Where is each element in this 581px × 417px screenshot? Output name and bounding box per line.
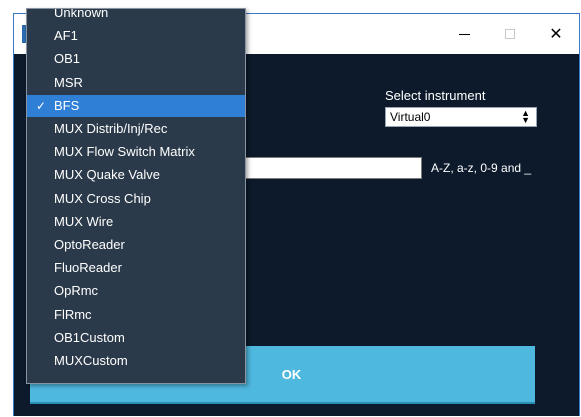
dropdown-item-label: OB1Custom <box>54 329 125 345</box>
dropdown-item-label: MUX Distrib/Inj/Rec <box>54 121 168 136</box>
dropdown-item-label: MSR <box>54 74 83 90</box>
dropdown-item-label: MUX Wire <box>54 213 114 229</box>
instrument-select-value: Virtual0 <box>390 110 431 124</box>
dropdown-item[interactable]: FluoReader <box>27 257 245 279</box>
dropdown-item[interactable]: OB1Custom <box>27 327 245 349</box>
dropdown-item[interactable]: AF1 <box>27 25 245 47</box>
dropdown-item[interactable]: Unknown <box>27 8 245 24</box>
dropdown-item-label: MUXCustom <box>54 353 128 368</box>
dropdown-item[interactable]: MUX Quake Valve <box>27 164 245 186</box>
instrument-dropdown-list[interactable]: Unknown AF1 OB1 MSR ✓ BFS MUX Distrib/Inj/Rec M… <box>26 8 246 384</box>
dropdown-item-label: OpRmc <box>54 283 99 299</box>
dropdown-item-label: BFS <box>54 97 80 113</box>
name-input[interactable] <box>230 157 422 179</box>
dropdown-item-label: FlRmc <box>54 306 92 322</box>
ok-button-label: OK <box>281 366 302 382</box>
dropdown-item-label: MUX Quake Valve <box>54 167 160 183</box>
select-instrument-label: Select instrument <box>385 88 486 103</box>
dropdown-item[interactable]: MUX Distrib/Inj/Rec <box>27 118 245 140</box>
dropdown-item-label: AF1 <box>54 28 78 44</box>
minimize-button[interactable] <box>441 14 487 54</box>
dropdown-item[interactable]: OpRmc <box>27 280 245 302</box>
dropdown-item-label: MUX Cross Chip <box>54 190 151 206</box>
dropdown-item[interactable]: OptoReader <box>27 234 245 256</box>
spin-arrows-icon: ▲ ▼ <box>521 108 530 125</box>
dropdown-item-label: OB1 <box>54 51 81 67</box>
name-hint: A-Z, a-z, 0-9 and _ <box>431 161 532 175</box>
close-button[interactable]: ✕ <box>533 14 579 54</box>
instrument-select[interactable]: Virtual0 ▲ ▼ <box>385 107 537 127</box>
checkmark-icon: ✓ <box>36 98 47 113</box>
dropdown-item[interactable]: OB1 <box>27 48 245 70</box>
dropdown-item[interactable]: MSR <box>27 72 245 94</box>
dropdown-item[interactable]: MUXCustom <box>27 350 245 372</box>
maximize-button[interactable] <box>487 14 533 54</box>
dropdown-item[interactable]: MUX Cross Chip <box>27 188 245 210</box>
dropdown-item[interactable]: ✓ BFS <box>27 94 245 117</box>
dropdown-item[interactable]: MUX Wire <box>27 211 245 233</box>
minimize-icon <box>458 33 470 35</box>
dropdown-item[interactable]: FlRmc <box>27 304 245 326</box>
dropdown-item-label: OptoReader <box>54 237 125 252</box>
maximize-icon <box>505 29 515 39</box>
dropdown-item-label: FluoReader <box>54 260 122 276</box>
close-icon: ✕ <box>549 26 563 43</box>
dropdown-item[interactable]: MUX Flow Switch Matrix <box>27 141 245 163</box>
dropdown-item-label: Unknown <box>54 8 109 20</box>
dropdown-item-label: MUX Flow Switch Matrix <box>54 144 195 160</box>
